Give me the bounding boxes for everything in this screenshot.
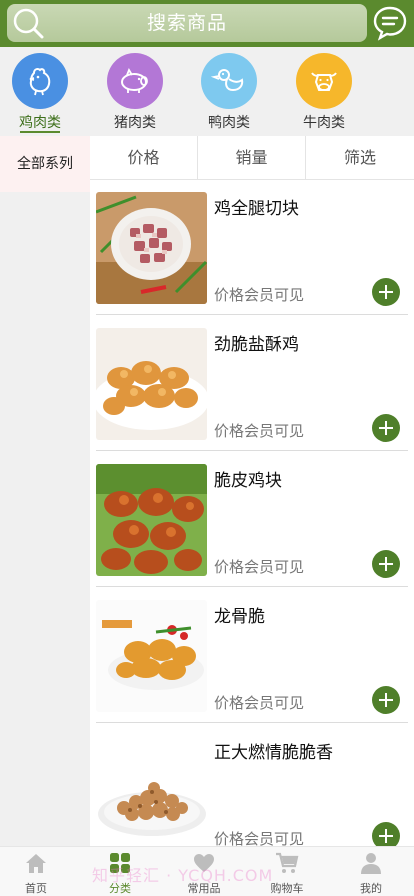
tab-home[interactable]: 首页 (1, 851, 71, 895)
product-name: 龙骨脆 (214, 607, 265, 627)
active-indicator (20, 131, 60, 133)
product-price: 价格会员可见 (214, 422, 305, 440)
product-price: 价格会员可见 (214, 830, 305, 846)
divider (96, 722, 408, 723)
cart-icon (276, 852, 299, 873)
search-bar[interactable]: 搜索商品 (7, 4, 367, 42)
category-beef[interactable]: 牛肉类 (289, 53, 359, 133)
category-pork[interactable]: 猪肉类 (100, 53, 170, 133)
add-to-cart-button[interactable] (372, 550, 400, 578)
pig-icon (107, 53, 163, 109)
product-image (96, 192, 207, 304)
category-label: 鸭肉类 (208, 115, 250, 131)
sort-bar: 价格 销量 筛选 (90, 136, 414, 180)
add-to-cart-button[interactable] (372, 686, 400, 714)
category-chicken[interactable]: 鸡肉类 (5, 53, 75, 133)
product-image (96, 600, 207, 712)
product-name: 鸡全腿切块 (214, 199, 299, 219)
category-bar: 鸡肉类 猪肉类 鸭肉类 牛肉类 (0, 47, 414, 136)
product-price: 价格会员可见 (214, 694, 305, 712)
search-placeholder: 搜索商品 (146, 12, 227, 34)
message-icon[interactable] (373, 5, 407, 41)
product-item[interactable]: 龙骨脆 价格会员可见 (90, 588, 414, 724)
add-to-cart-button[interactable] (372, 822, 400, 846)
category-duck[interactable]: 鸭肉类 (194, 53, 264, 133)
cow-icon (296, 53, 352, 109)
user-icon (361, 853, 381, 874)
product-list: 鸡全腿切块 价格会员可见 劲脆盐酥鸡 价格会员可见 脆皮鸡块 价格会员可见 龙骨… (90, 180, 414, 846)
tab-profile[interactable]: 我的 (336, 851, 406, 895)
chicken-icon (12, 53, 68, 109)
sort-by-sales[interactable]: 销量 (198, 136, 305, 180)
product-name: 正大燃情脆脆香 (214, 743, 333, 763)
product-item[interactable]: 正大燃情脆脆香 价格会员可见 (90, 724, 414, 846)
divider (96, 314, 408, 315)
product-name: 劲脆盐酥鸡 (214, 335, 299, 355)
top-header: 搜索商品 (0, 0, 414, 47)
category-label: 鸡肉类 (19, 115, 61, 131)
tab-label: 我的 (360, 882, 382, 895)
product-image (96, 736, 207, 846)
filter-button[interactable]: 筛选 (306, 136, 414, 180)
add-to-cart-button[interactable] (372, 414, 400, 442)
category-label: 牛肉类 (303, 115, 345, 131)
category-label: 猪肉类 (114, 115, 156, 131)
watermark: 知乎轻汇 · YCQH.COM (92, 866, 274, 885)
product-image (96, 328, 207, 440)
product-item[interactable]: 鸡全腿切块 价格会员可见 (90, 180, 414, 316)
product-price: 价格会员可见 (214, 286, 305, 304)
product-item[interactable]: 脆皮鸡块 价格会员可见 (90, 452, 414, 588)
divider (96, 450, 408, 451)
tab-label: 首页 (25, 882, 47, 895)
series-sidebar: 全部系列 (0, 136, 90, 846)
sort-by-price[interactable]: 价格 (90, 136, 197, 180)
home-icon (26, 854, 46, 873)
divider (96, 586, 408, 587)
product-image (96, 464, 207, 576)
add-to-cart-button[interactable] (372, 278, 400, 306)
sidebar-item-all-series[interactable]: 全部系列 (0, 136, 90, 192)
product-item[interactable]: 劲脆盐酥鸡 价格会员可见 (90, 316, 414, 452)
product-name: 脆皮鸡块 (214, 471, 282, 491)
product-price: 价格会员可见 (214, 558, 305, 576)
duck-icon (201, 53, 257, 109)
